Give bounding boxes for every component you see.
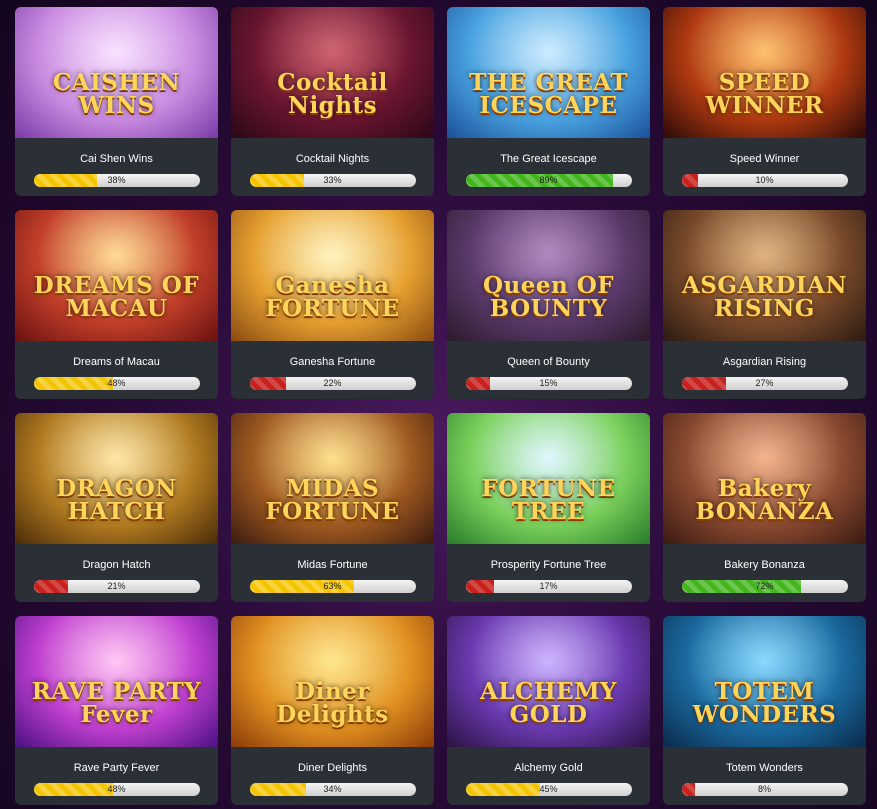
game-thumbnail[interactable]: DREAMS OF MACAU bbox=[15, 210, 218, 341]
game-thumbnail[interactable]: CAISHEN WINS bbox=[15, 7, 218, 138]
rtp-progress-bar: 48% bbox=[33, 783, 200, 796]
game-logo: DRAGON HATCH bbox=[56, 474, 177, 525]
game-name: Cai Shen Wins bbox=[80, 153, 153, 165]
game-name: Asgardian Rising bbox=[722, 356, 807, 368]
game-logo: ALCHEMY GOLD bbox=[480, 677, 617, 728]
rtp-percent-label: 38% bbox=[107, 175, 126, 185]
game-logo: Bakery BONANZA bbox=[695, 474, 834, 525]
game-logo: Queen OF BOUNTY bbox=[482, 271, 615, 322]
game-card[interactable]: FORTUNE TREE Prosperity Fortune Tree 17% bbox=[447, 413, 650, 602]
game-thumbnail[interactable]: MIDAS FORTUNE bbox=[231, 413, 434, 544]
game-card[interactable]: Cocktail Nights Cocktail Nights 33% bbox=[231, 7, 434, 196]
rtp-progress-bar: 38% bbox=[33, 174, 200, 187]
game-logo: Ganesha FORTUNE bbox=[265, 271, 400, 322]
game-thumbnail[interactable]: Diner Delights bbox=[231, 616, 434, 747]
rtp-progress-bar: 45% bbox=[465, 783, 632, 796]
game-name: Bakery Bonanza bbox=[724, 559, 805, 571]
game-card[interactable]: RAVE PARTY Fever Rave Party Fever 48% bbox=[15, 616, 218, 805]
game-card[interactable]: TOTEM WONDERS Totem Wonders 8% bbox=[663, 616, 866, 805]
game-thumbnail[interactable]: ASGARDIAN RISING bbox=[663, 210, 866, 341]
rtp-progress-bar: 34% bbox=[249, 783, 416, 796]
rtp-percent-label: 63% bbox=[323, 581, 342, 591]
rtp-progress-bar: 17% bbox=[465, 580, 632, 593]
game-logo: MIDAS FORTUNE bbox=[265, 474, 400, 525]
rtp-progress-bar: 15% bbox=[465, 377, 632, 390]
game-name: Ganesha Fortune bbox=[289, 356, 376, 368]
game-name: Dragon Hatch bbox=[82, 559, 151, 571]
game-logo: ASGARDIAN RISING bbox=[681, 271, 848, 322]
game-thumbnail[interactable]: RAVE PARTY Fever bbox=[15, 616, 218, 747]
game-card[interactable]: Bakery BONANZA Bakery Bonanza 72% bbox=[663, 413, 866, 602]
rtp-percent-label: 22% bbox=[323, 378, 342, 388]
rtp-percent-label: 34% bbox=[323, 784, 342, 794]
rtp-percent-label: 72% bbox=[755, 581, 774, 591]
game-thumbnail[interactable]: Cocktail Nights bbox=[231, 7, 434, 138]
game-name: Rave Party Fever bbox=[73, 762, 160, 774]
rtp-progress-bar: 22% bbox=[249, 377, 416, 390]
game-card[interactable]: DRAGON HATCH Dragon Hatch 21% bbox=[15, 413, 218, 602]
game-thumbnail[interactable]: SPEED WINNER bbox=[663, 7, 866, 138]
game-card[interactable]: Diner Delights Diner Delights 34% bbox=[231, 616, 434, 805]
rtp-percent-label: 33% bbox=[323, 175, 342, 185]
rtp-progress-bar: 8% bbox=[681, 783, 848, 796]
game-thumbnail[interactable]: TOTEM WONDERS bbox=[663, 616, 866, 747]
game-card[interactable]: DREAMS OF MACAU Dreams of Macau 48% bbox=[15, 210, 218, 399]
game-thumbnail[interactable]: Queen OF BOUNTY bbox=[447, 210, 650, 341]
rtp-percent-label: 45% bbox=[539, 784, 558, 794]
game-card[interactable]: THE GREAT ICESCAPE The Great Icescape 89% bbox=[447, 7, 650, 196]
game-logo: THE GREAT ICESCAPE bbox=[469, 68, 628, 119]
game-grid: CAISHEN WINS Cai Shen Wins 38% Cocktail Nig… bbox=[15, 7, 866, 805]
game-logo: DREAMS OF MACAU bbox=[33, 271, 200, 322]
rtp-progress-bar: 72% bbox=[681, 580, 848, 593]
game-logo: SPEED WINNER bbox=[705, 68, 824, 119]
rtp-progress-bar: 89% bbox=[465, 174, 632, 187]
game-card[interactable]: MIDAS FORTUNE Midas Fortune 63% bbox=[231, 413, 434, 602]
rtp-percent-label: 8% bbox=[757, 784, 771, 794]
game-name: Diner Delights bbox=[297, 762, 368, 774]
game-logo: FORTUNE TREE bbox=[481, 474, 616, 525]
game-thumbnail[interactable]: DRAGON HATCH bbox=[15, 413, 218, 544]
rtp-percent-label: 48% bbox=[107, 784, 126, 794]
rtp-percent-label: 10% bbox=[755, 175, 774, 185]
game-name: Totem Wonders bbox=[726, 762, 803, 774]
game-thumbnail[interactable]: Ganesha FORTUNE bbox=[231, 210, 434, 341]
game-thumbnail[interactable]: Bakery BONANZA bbox=[663, 413, 866, 544]
game-card[interactable]: CAISHEN WINS Cai Shen Wins 38% bbox=[15, 7, 218, 196]
game-card[interactable]: Ganesha FORTUNE Ganesha Fortune 22% bbox=[231, 210, 434, 399]
rtp-progress-bar: 48% bbox=[33, 377, 200, 390]
game-logo: TOTEM WONDERS bbox=[692, 677, 837, 728]
game-name: Midas Fortune bbox=[297, 559, 368, 571]
game-thumbnail[interactable]: THE GREAT ICESCAPE bbox=[447, 7, 650, 138]
rtp-percent-label: 89% bbox=[539, 175, 558, 185]
game-name: The Great Icescape bbox=[500, 153, 597, 165]
game-name: Queen of Bounty bbox=[507, 356, 590, 368]
game-card[interactable]: ALCHEMY GOLD Alchemy Gold 45% bbox=[447, 616, 650, 805]
game-logo: CAISHEN WINS bbox=[52, 68, 181, 119]
game-thumbnail[interactable]: ALCHEMY GOLD bbox=[447, 616, 650, 747]
rtp-progress-bar: 10% bbox=[681, 174, 848, 187]
game-name: Alchemy Gold bbox=[514, 762, 583, 774]
game-logo: Cocktail Nights bbox=[277, 68, 388, 119]
game-name: Cocktail Nights bbox=[295, 153, 370, 165]
rtp-percent-label: 17% bbox=[539, 581, 558, 591]
rtp-percent-label: 15% bbox=[539, 378, 558, 388]
game-logo: RAVE PARTY Fever bbox=[31, 677, 202, 728]
rtp-percent-label: 21% bbox=[107, 581, 126, 591]
game-name: Prosperity Fortune Tree bbox=[490, 559, 607, 571]
rtp-progress-bar: 27% bbox=[681, 377, 848, 390]
rtp-progress-bar: 63% bbox=[249, 580, 416, 593]
rtp-progress-bar: 21% bbox=[33, 580, 200, 593]
game-thumbnail[interactable]: FORTUNE TREE bbox=[447, 413, 650, 544]
game-name: Speed Winner bbox=[729, 153, 800, 165]
rtp-progress-bar: 33% bbox=[249, 174, 416, 187]
game-name: Dreams of Macau bbox=[73, 356, 160, 368]
rtp-percent-label: 27% bbox=[755, 378, 774, 388]
game-logo: Diner Delights bbox=[276, 677, 389, 728]
rtp-percent-label: 48% bbox=[107, 378, 126, 388]
game-card[interactable]: ASGARDIAN RISING Asgardian Rising 27% bbox=[663, 210, 866, 399]
game-card[interactable]: Queen OF BOUNTY Queen of Bounty 15% bbox=[447, 210, 650, 399]
game-card[interactable]: SPEED WINNER Speed Winner 10% bbox=[663, 7, 866, 196]
